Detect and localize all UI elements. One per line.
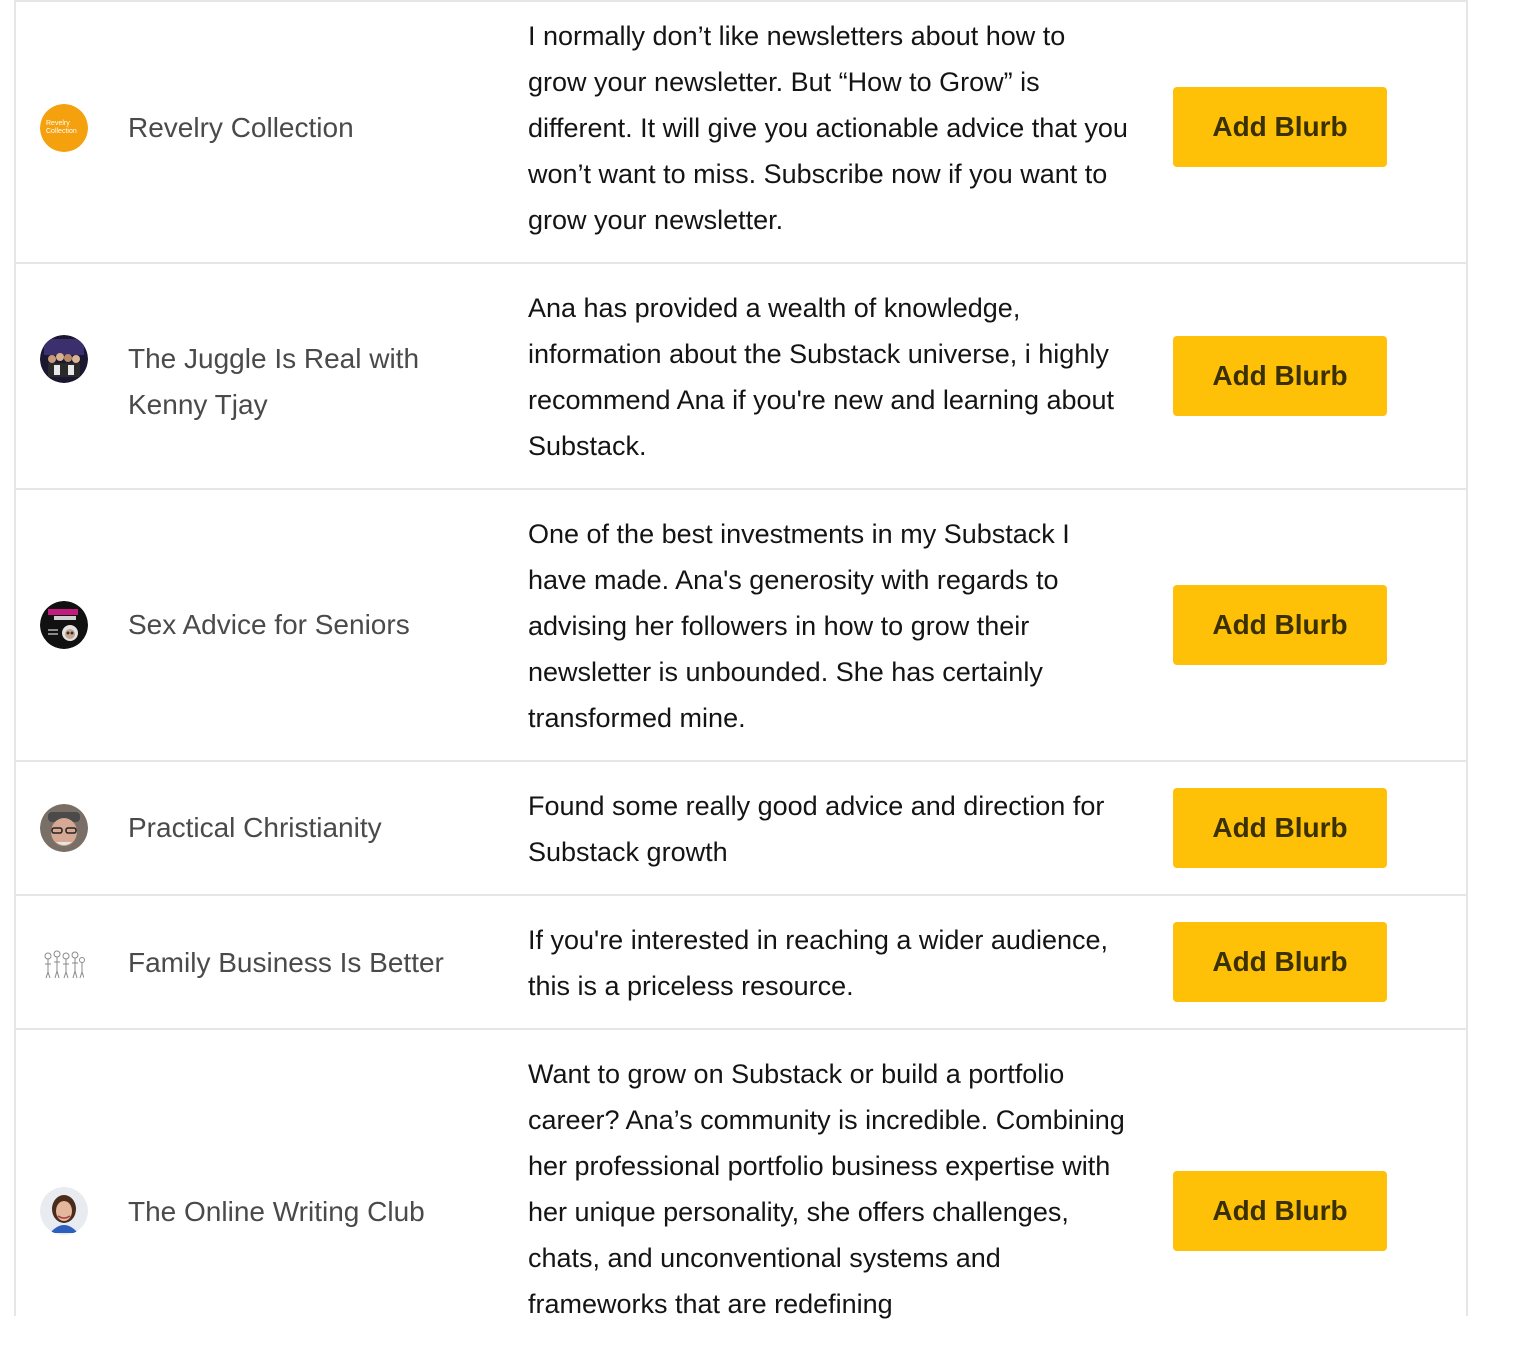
add-blurb-button[interactable]: Add Blurb	[1173, 336, 1387, 416]
table-row: The Juggle Is Real with Kenny Tjay Ana h…	[16, 264, 1466, 490]
table-row: Practical Christianity Found some really…	[16, 762, 1466, 896]
add-blurb-button[interactable]: Add Blurb	[1173, 788, 1387, 868]
table-row: The Online Writing Club Want to grow on …	[16, 1030, 1466, 1350]
blurb-text: Ana has provided a wealth of knowledge, …	[528, 293, 1115, 461]
revelry-collection-logo-icon: Revelry Collection	[40, 104, 88, 152]
add-blurb-button[interactable]: Add Blurb	[1173, 87, 1387, 167]
publication-name[interactable]: Sex Advice for Seniors	[128, 602, 478, 648]
table-row: Family Business Is Better If you're inte…	[16, 896, 1466, 1030]
avatar-text-line2: Collection	[46, 128, 77, 135]
blurb-text: If you're interested in reaching a wider…	[528, 925, 1108, 1001]
publication-name[interactable]: Family Business Is Better	[128, 940, 478, 986]
publication-name[interactable]: Practical Christianity	[128, 805, 478, 851]
family-sketch-avatar-icon	[40, 940, 88, 988]
add-blurb-button[interactable]: Add Blurb	[1173, 1171, 1387, 1251]
publication-name[interactable]: Revelry Collection	[128, 105, 478, 151]
blurb-text: One of the best investments in my Substa…	[528, 519, 1070, 733]
sex-advice-for-seniors-logo-icon	[40, 601, 88, 649]
man-portrait-avatar-icon	[40, 804, 88, 852]
add-blurb-button[interactable]: Add Blurb	[1173, 922, 1387, 1002]
add-blurb-button[interactable]: Add Blurb	[1173, 585, 1387, 665]
publication-name[interactable]: The Online Writing Club	[128, 1189, 478, 1235]
woman-portrait-avatar-icon	[40, 1187, 88, 1235]
blurb-text: I normally don’t like newsletters about …	[528, 21, 1128, 235]
group-photo-avatar-icon	[40, 335, 88, 383]
table-row: Revelry Collection Revelry Collection I …	[16, 2, 1466, 264]
avatar-text-line1: Revelry	[46, 120, 70, 127]
table-row: Sex Advice for Seniors One of the best i…	[16, 490, 1466, 762]
blurb-text: Want to grow on Substack or build a port…	[528, 1059, 1125, 1319]
publication-name[interactable]: The Juggle Is Real with Kenny Tjay	[128, 336, 478, 428]
blurb-text: Found some really good advice and direct…	[528, 791, 1105, 867]
